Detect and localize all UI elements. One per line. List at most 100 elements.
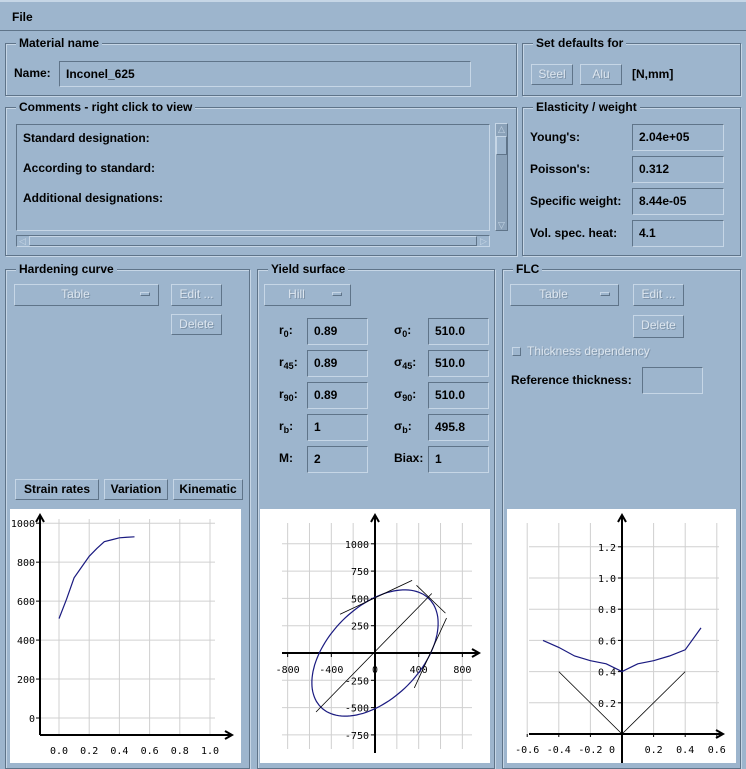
- y-tick-label: 1000: [11, 519, 35, 530]
- m-symbol: M: [279, 451, 289, 465]
- x-tick-label: 0.8: [171, 746, 189, 757]
- set-defaults-group: Set defaults for Steel Alu [N,mm]: [522, 36, 741, 96]
- r-0-label: r0:: [279, 323, 293, 339]
- scroll-left-icon[interactable]: ◁: [17, 236, 28, 246]
- y-tick-label: 0.2: [598, 699, 616, 710]
- hardening-type-value: Table: [61, 287, 90, 301]
- alu-button[interactable]: Alu: [580, 64, 622, 85]
- x-tick-label: 0.4: [110, 746, 128, 757]
- colon: :: [407, 323, 412, 337]
- y-tick-label: 750: [351, 567, 369, 578]
- menu-file[interactable]: File: [12, 10, 33, 24]
- kinematic-button[interactable]: Kinematic: [173, 479, 243, 500]
- tangent-biax-line: [416, 585, 446, 614]
- r-45-input[interactable]: 0.89: [307, 350, 368, 377]
- y-tick-label: -750: [345, 731, 369, 742]
- colon: :: [293, 387, 298, 401]
- menu-bar: File: [0, 0, 746, 31]
- elasticity-legend: Elasticity / weight: [533, 100, 640, 114]
- flc-chart: 0.2 0.4 0.6 0.8 1.0 1.2 -0.6 -0.4 -0.2 0 0.2 0.4 0.6: [507, 509, 736, 763]
- scroll-up-icon[interactable]: △: [496, 124, 507, 134]
- horizontal-scroll-thumb[interactable]: [29, 236, 477, 246]
- comment-line-according-to-standard: According to standard:: [23, 161, 156, 175]
- y-tick-label: 800: [17, 558, 35, 569]
- biax-input[interactable]: 1: [428, 446, 489, 473]
- y-tick-label: -250: [345, 676, 369, 687]
- material-name-group: Material name Name: Inconel_625: [5, 36, 517, 96]
- x-tick-label: -0.2: [578, 745, 602, 756]
- x-tick-label: 0.6: [141, 746, 159, 757]
- scroll-right-icon[interactable]: ▷: [478, 236, 489, 246]
- comments-textarea[interactable]: Standard designation: According to stand…: [16, 124, 490, 231]
- steel-button[interactable]: Steel: [531, 64, 573, 85]
- option-menu-indicator-icon: [140, 292, 150, 296]
- vertical-scroll-thumb[interactable]: [496, 136, 507, 155]
- r-b-input[interactable]: 1: [307, 414, 368, 441]
- comment-line-standard-designation: Standard designation:: [23, 131, 150, 145]
- r-90-input[interactable]: 0.89: [307, 382, 368, 409]
- x-tick-label: 0.4: [676, 745, 694, 756]
- flc-legend: FLC: [513, 262, 543, 276]
- r-90-subscript: 90: [283, 393, 294, 403]
- y-tick-label: 0.8: [598, 605, 616, 616]
- y-tick-label: 400: [17, 636, 35, 647]
- x-tick-label: -0.4: [547, 745, 571, 756]
- x-tick-label: 0: [372, 665, 378, 676]
- reference-thickness-input[interactable]: [642, 367, 703, 394]
- yield-surface-chart: -750 -500 -250 250 500 750 1000 -800 -400 0 400 800: [260, 509, 490, 763]
- sigma-b-symbol: σ: [394, 419, 403, 433]
- name-label: Name:: [14, 66, 51, 80]
- sigma-b-input[interactable]: 495.8: [428, 414, 489, 441]
- specific-weight-label: Specific weight:: [530, 194, 622, 208]
- yield-criterion-dropdown[interactable]: Hill: [264, 284, 351, 306]
- flc-delete-button[interactable]: Delete: [633, 315, 684, 338]
- elasticity-group: Elasticity / weight Young's: 2.04e+05 Po…: [522, 100, 741, 256]
- x-tick-label: 0.6: [708, 745, 726, 756]
- r-0-symbol: r: [279, 323, 284, 337]
- specific-weight-input[interactable]: 8.44e-05: [632, 188, 724, 215]
- x-tick-label: 0: [609, 745, 615, 756]
- thickness-dependency-checkbox[interactable]: [512, 347, 521, 356]
- yield-criterion-value: Hill: [288, 287, 305, 301]
- r-90-symbol: r: [279, 387, 284, 401]
- x-tick-label: 400: [410, 665, 428, 676]
- variation-button[interactable]: Variation: [104, 479, 168, 500]
- material-name-input[interactable]: Inconel_625: [59, 61, 471, 87]
- comments-group: Comments - right click to view Standard …: [5, 100, 517, 256]
- y-tick-label: 1000: [345, 540, 369, 551]
- r-0-input[interactable]: 0.89: [307, 318, 368, 345]
- material-name-legend: Material name: [16, 36, 103, 50]
- sigma-0-input[interactable]: 510.0: [428, 318, 489, 345]
- comments-horizontal-scrollbar[interactable]: ◁ ▷: [16, 235, 490, 247]
- hardening-delete-button[interactable]: Delete: [171, 314, 222, 335]
- strain-rates-button[interactable]: Strain rates: [15, 479, 99, 500]
- y-tick-label: 200: [17, 675, 35, 686]
- sigma-45-label: σ45:: [394, 355, 416, 371]
- m-input[interactable]: 2: [307, 446, 368, 473]
- sigma-0-subscript: 0: [402, 329, 408, 339]
- scroll-down-icon[interactable]: ▽: [496, 220, 507, 230]
- r-b-label: rb:: [279, 419, 293, 435]
- hardening-type-dropdown[interactable]: Table: [14, 284, 159, 306]
- sigma-45-input[interactable]: 510.0: [428, 350, 489, 377]
- r-45-subscript: 45: [283, 361, 294, 371]
- colon: :: [419, 451, 424, 465]
- sigma-45-symbol: σ: [394, 355, 403, 369]
- poissons-ratio-input[interactable]: 0.312: [632, 156, 724, 183]
- y-tick-label: 1.0: [598, 574, 616, 585]
- sigma-90-subscript: 90: [402, 393, 413, 403]
- option-menu-indicator-icon: [600, 292, 610, 296]
- youngs-modulus-input[interactable]: 2.04e+05: [632, 124, 724, 151]
- sigma-90-input[interactable]: 510.0: [428, 382, 489, 409]
- x-tick-label: 800: [453, 665, 471, 676]
- y-tick-label: 0: [29, 714, 35, 725]
- vol-spec-heat-input[interactable]: 4.1: [632, 220, 724, 247]
- sigma-b-subscript: b: [402, 425, 408, 435]
- comments-vertical-scrollbar[interactable]: △ ▽: [495, 123, 508, 231]
- comments-legend: Comments - right click to view: [16, 100, 196, 114]
- hardening-edit-button[interactable]: Edit ...: [171, 284, 222, 306]
- thickness-dependency-label[interactable]: Thickness dependency: [527, 344, 650, 358]
- flc-edit-button[interactable]: Edit ...: [633, 284, 684, 306]
- y-tick-label: 500: [351, 594, 369, 605]
- flc-type-dropdown[interactable]: Table: [510, 284, 619, 306]
